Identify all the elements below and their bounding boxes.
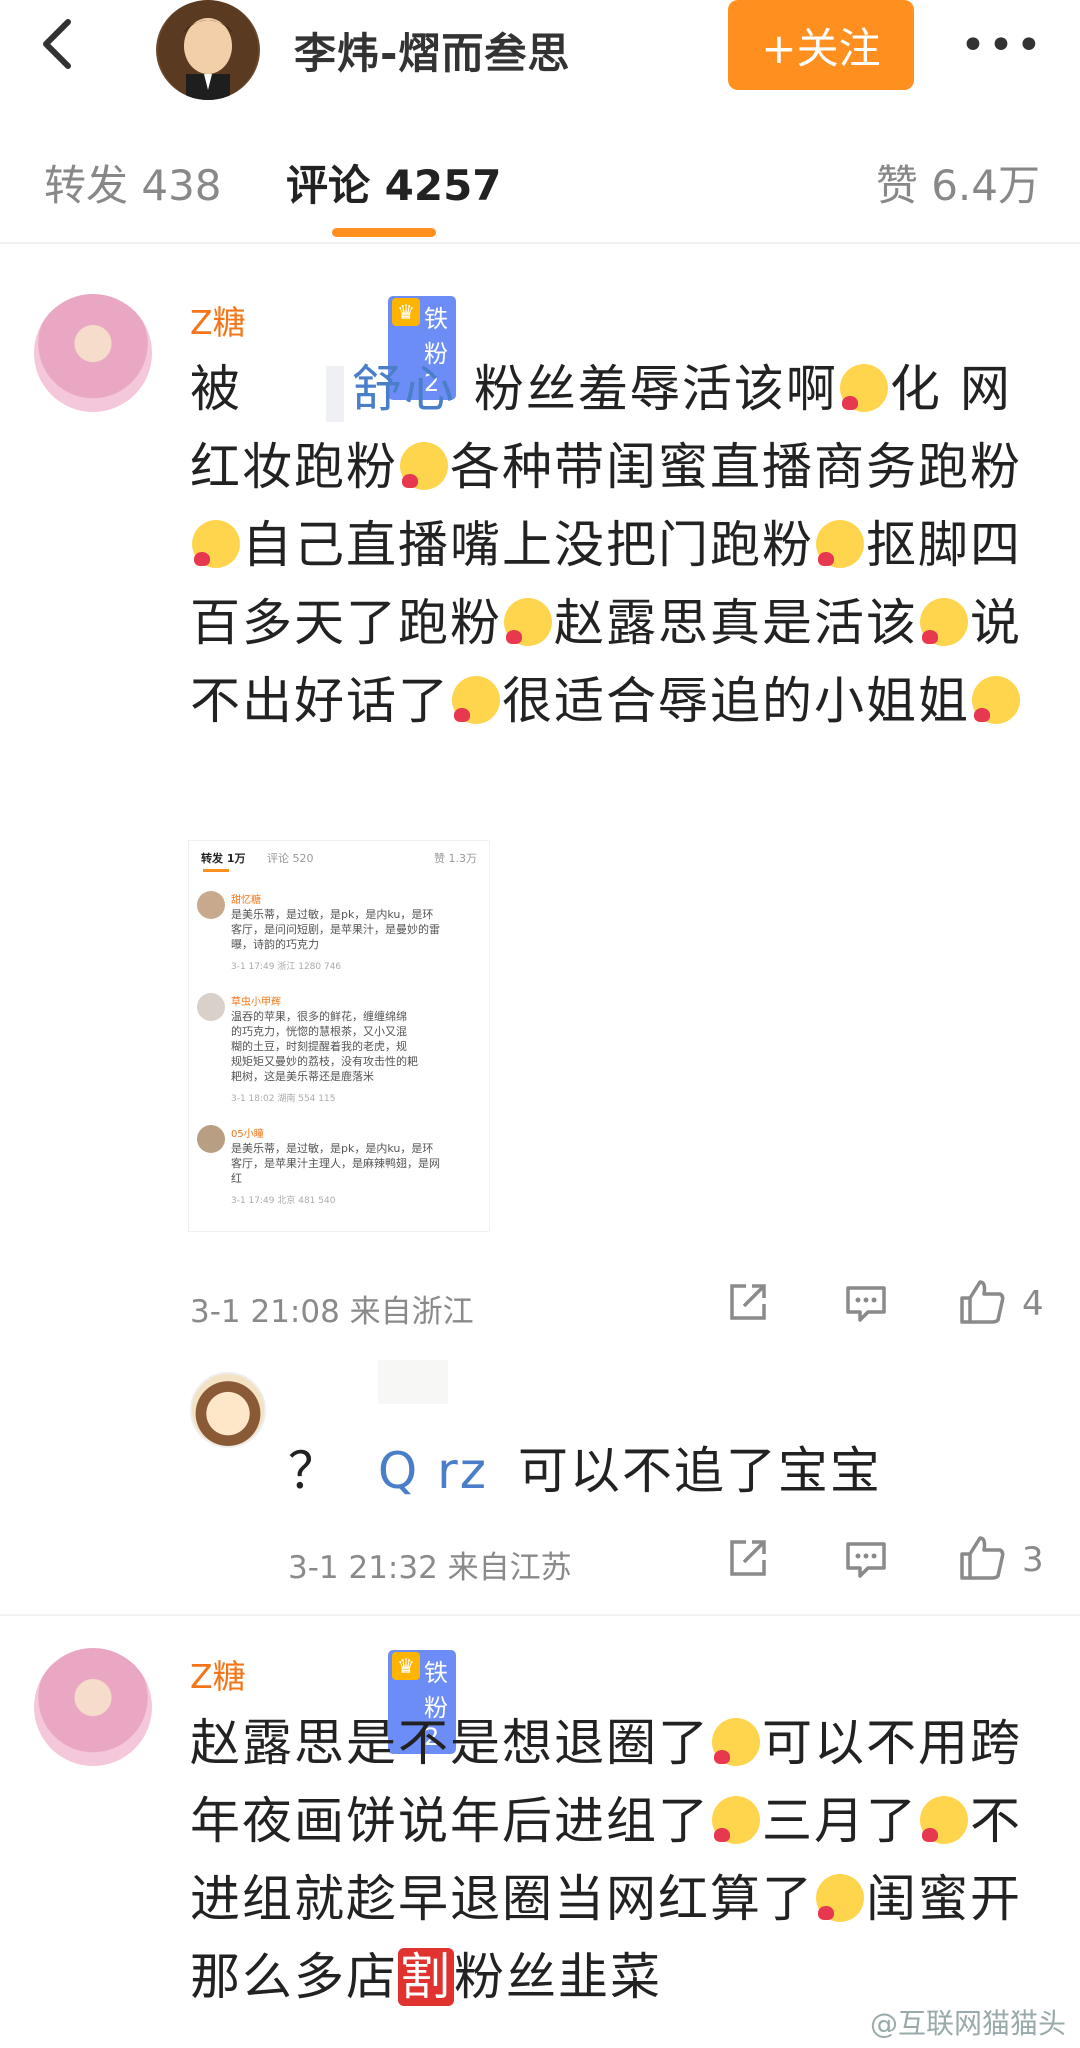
active-tab-indicator — [332, 228, 436, 237]
embed-line: 客厅，是苹果汁主理人，是麻辣鸭翅，是网 — [231, 1157, 440, 1170]
author-avatar[interactable] — [156, 0, 260, 100]
tab-bar: 转发 438 评论 4257 赞 6.4万 — [0, 112, 1080, 244]
embed-line: 是美乐蒂，是过敏，是pk，是内ku，是环 — [231, 908, 434, 921]
shy-emoji-icon — [192, 520, 240, 568]
commenter-avatar[interactable] — [34, 1648, 152, 1766]
redacted-username — [378, 1360, 448, 1404]
tab-like[interactable]: 赞 6.4万 — [876, 152, 1040, 213]
share-icon — [730, 1284, 766, 1320]
shy-emoji-icon — [972, 676, 1020, 724]
mention-text[interactable]: 舒心 — [352, 360, 456, 418]
comment-username[interactable]: Z糖 — [190, 1650, 246, 1698]
embed-tab-comment: 评论 520 — [267, 852, 314, 865]
embed-line: 糊的土豆，时刻提醒着我的老虎，规 — [231, 1040, 407, 1053]
embed-meta: 3-1 17:49 浙江 1280 746 — [231, 962, 342, 972]
shy-emoji-icon — [504, 598, 552, 646]
shy-emoji-icon — [400, 442, 448, 490]
embed-line: 耙树，这是美乐蒂还是鹿落米 — [231, 1070, 374, 1083]
author-name[interactable]: 李炜-熠而叁思 — [294, 20, 570, 81]
like-count: 4 — [1022, 1284, 1044, 1324]
watermark: @互联网猫猫头 — [869, 2007, 1066, 2040]
reply-time-location: 3-1 21:32 来自江苏 — [288, 1550, 572, 1586]
comment-text: 被舒心 粉丝羞辱活该啊化 网红妆跑粉 各种带闺蜜直播商务跑粉自己直播嘴上没把门跑粉… — [190, 360, 1022, 730]
shy-emoji-icon — [920, 1796, 968, 1844]
embed-line: 客厅，是问问短剧，是苹果汁，是曼妙的雷 — [231, 923, 440, 936]
thumbs-up-icon — [960, 1536, 1005, 1580]
comment-text: 赵露思是不是想退圈了 可以不用跨年夜画饼说年后进组了 三月了 不进组就趁早退圈当网红算… — [190, 1714, 1022, 2006]
reply-text: ？ Q rz 可以不追了宝宝 — [288, 1442, 882, 1500]
embed-avatar — [197, 993, 225, 1021]
more-options-button[interactable]: ••• — [960, 20, 1042, 71]
crown-icon: ♛ — [392, 1652, 420, 1680]
embed-username: 05小瞳 — [231, 1129, 264, 1140]
author-avatar-image — [158, 0, 258, 100]
top-bar: 李炜-熠而叁思 +关注 ••• — [0, 0, 1080, 108]
shy-emoji-icon — [839, 364, 888, 412]
like-count: 3 — [1022, 1540, 1044, 1580]
cut-emoji-icon: 割 — [398, 1948, 454, 2006]
shy-emoji-icon — [712, 1718, 760, 1766]
divider — [0, 1614, 1080, 1616]
embed-username: 甜忆糖 — [231, 895, 261, 906]
tab-repost[interactable]: 转发 438 — [44, 152, 222, 213]
embed-username: 草虫小甲辉 — [231, 997, 281, 1008]
embed-meta: 3-1 17:49 北京 481 540 — [231, 1196, 336, 1206]
like-button[interactable] — [956, 1532, 1008, 1588]
like-button[interactable] — [956, 1276, 1008, 1332]
back-button[interactable] — [30, 14, 90, 74]
shy-emoji-icon — [816, 520, 864, 568]
embed-line: 是美乐蒂，是过敏，是pk，是内ku，是环 — [231, 1142, 434, 1155]
shy-emoji-icon — [920, 598, 968, 646]
embed-line: 温吞的苹果，很多的鲜花，缠缠绵绵 — [231, 1010, 407, 1023]
repost-button[interactable] — [724, 1278, 772, 1330]
commenter-avatar[interactable] — [34, 294, 152, 412]
reply-button[interactable] — [842, 1278, 890, 1330]
shy-emoji-icon — [712, 1796, 760, 1844]
shy-emoji-icon — [816, 1874, 864, 1922]
embed-avatar — [197, 891, 225, 919]
comment-username[interactable]: Z糖 — [190, 296, 246, 344]
embed-tab-like: 赞 1.3万 — [434, 852, 477, 865]
crown-icon: ♛ — [392, 298, 420, 326]
reply-button[interactable] — [842, 1534, 890, 1586]
embed-line: 规矩矩又曼妙的荔枝，没有攻击性的耙 — [231, 1055, 418, 1068]
embed-line: 曝，诗韵的巧克力 — [231, 938, 319, 951]
embed-avatar — [197, 1125, 225, 1153]
comment-image[interactable]: 转发 1万 评论 520 赞 1.3万 甜忆糖 是美乐蒂，是过敏，是pk，是内k… — [188, 840, 490, 1232]
follow-button[interactable]: +关注 — [728, 0, 914, 90]
reply-avatar[interactable] — [190, 1372, 266, 1448]
back-arrow-icon — [43, 19, 71, 69]
tab-comment[interactable]: 评论 4257 — [286, 152, 502, 213]
shy-emoji-icon — [452, 676, 500, 724]
embed-line: 的巧克力，恍惚的慧根茶，又小又混 — [231, 1025, 407, 1038]
repost-button[interactable] — [724, 1534, 772, 1586]
embed-meta: 3-1 18:02 湖南 554 115 — [231, 1094, 336, 1104]
embed-line: 红 — [231, 1172, 242, 1185]
thumbs-up-icon — [960, 1280, 1005, 1324]
comment-time-location: 3-1 21:08 来自浙江 — [190, 1294, 474, 1330]
share-icon — [730, 1540, 766, 1576]
embed-tab-repost: 转发 1万 — [201, 852, 246, 865]
comment-icon — [846, 1542, 886, 1578]
comment-icon — [846, 1286, 886, 1322]
mention-text[interactable]: Q rz — [378, 1442, 488, 1500]
embed-tab-indicator — [203, 869, 229, 872]
